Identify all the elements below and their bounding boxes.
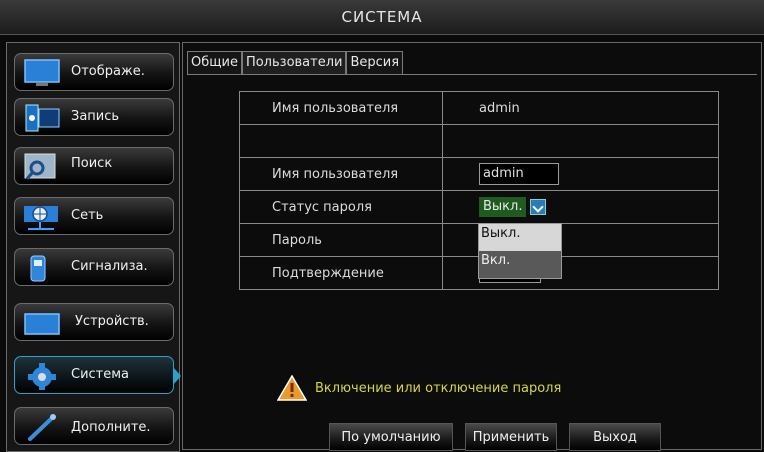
sidebar-item-record[interactable]: Запись xyxy=(14,98,174,136)
sidebar-item-label: Поиск xyxy=(71,156,113,171)
table-row: Имя пользователя admin xyxy=(239,157,719,191)
tab-users[interactable]: Пользователи xyxy=(241,51,347,75)
empty-cell xyxy=(239,124,443,158)
table-row xyxy=(239,124,719,158)
device-icon xyxy=(24,313,60,335)
table-row: Имя пользователя admin xyxy=(239,91,719,125)
chevron-down-icon[interactable] xyxy=(530,199,547,215)
password-status-select[interactable]: Выкл. xyxy=(479,196,547,218)
username-label: Имя пользователя xyxy=(239,157,443,191)
sidebar: Отображе. Запись Поиск Сеть Сигнализа. У… xyxy=(6,42,181,452)
password-status-label: Статус пароля xyxy=(239,190,443,224)
alarm-icon xyxy=(30,255,46,282)
film-icon xyxy=(25,104,60,132)
apply-button[interactable]: Применить xyxy=(465,423,557,451)
wrench-icon xyxy=(28,414,56,441)
monitor-icon xyxy=(24,59,60,86)
dropdown-option-off[interactable]: Выкл. xyxy=(479,224,561,251)
sidebar-item-label: Сеть xyxy=(71,208,104,223)
hint-text: Включение или отключение пароля xyxy=(315,380,562,396)
default-button[interactable]: По умолчанию xyxy=(329,423,453,451)
sidebar-item-label: Устройств. xyxy=(75,314,149,329)
exit-button[interactable]: Выход xyxy=(569,423,661,451)
password-status-dropdown[interactable]: Выкл. Вкл. xyxy=(478,223,562,279)
sidebar-item-system[interactable]: Система xyxy=(14,356,181,394)
table-row: Статус пароля Выкл. xyxy=(239,190,719,224)
sidebar-item-label: Система xyxy=(71,367,130,382)
user-list-value[interactable]: admin xyxy=(442,91,719,125)
sidebar-item-search[interactable]: Поиск xyxy=(14,147,174,185)
username-field[interactable]: admin xyxy=(479,163,559,185)
sidebar-item-label: Отображе. xyxy=(71,64,145,79)
sidebar-item-device[interactable]: Устройств. xyxy=(14,303,174,341)
sidebar-item-label: Сигнализа. xyxy=(71,259,148,274)
sidebar-item-display[interactable]: Отображе. xyxy=(14,53,174,91)
sidebar-item-label: Дополните. xyxy=(71,420,151,435)
sidebar-item-network[interactable]: Сеть xyxy=(14,197,174,235)
active-indicator xyxy=(173,367,181,385)
main-panel: Общие Пользователи Версия Имя пользовате… xyxy=(182,42,762,451)
network-icon xyxy=(24,206,58,230)
warning-icon xyxy=(277,375,307,401)
password-status-value: Выкл. xyxy=(479,197,527,217)
tab-bar: Общие Пользователи Версия xyxy=(187,51,404,75)
dropdown-option-on[interactable]: Вкл. xyxy=(479,251,561,278)
user-list-label: Имя пользователя xyxy=(239,91,443,125)
confirm-label: Подтверждение xyxy=(239,256,443,290)
window-title: СИСТЕМА xyxy=(0,0,764,35)
tab-divider xyxy=(187,74,757,75)
sidebar-item-advanced[interactable]: Дополните. xyxy=(14,407,174,445)
gear-icon xyxy=(28,363,56,390)
hint-message: Включение или отключение пароля xyxy=(277,375,561,401)
tab-general[interactable]: Общие xyxy=(187,51,242,75)
password-label: Пароль xyxy=(239,223,443,257)
sidebar-item-label: Запись xyxy=(71,109,120,124)
magnifier-icon xyxy=(24,153,56,180)
empty-cell xyxy=(442,124,719,158)
sidebar-item-alarm[interactable]: Сигнализа. xyxy=(14,248,174,286)
tab-version[interactable]: Версия xyxy=(346,51,404,75)
